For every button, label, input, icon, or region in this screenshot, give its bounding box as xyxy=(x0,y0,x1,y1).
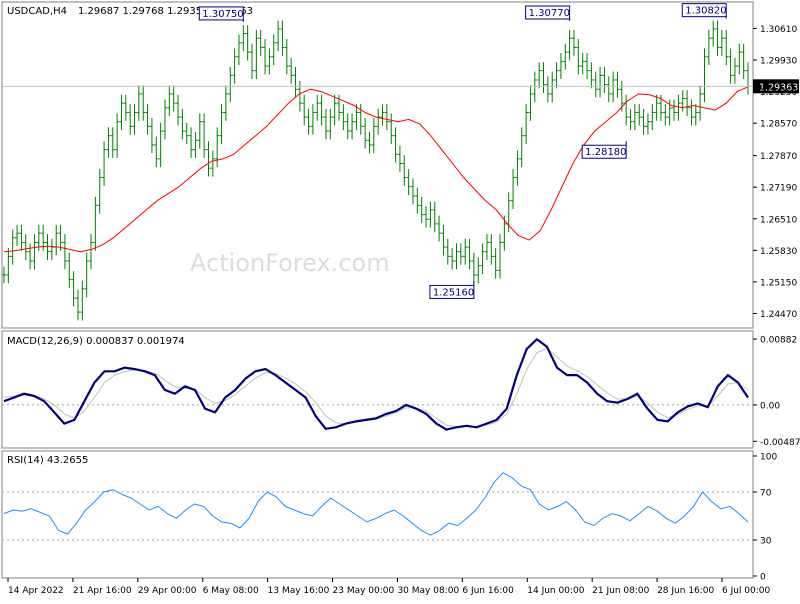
rsi-axis-label: 30 xyxy=(760,537,772,547)
price-axis-label: 1.25150 xyxy=(760,278,797,288)
price-axis-label: 1.29930 xyxy=(760,56,797,66)
chart-root: ActionForex.com USDCAD,H4 1.29687 1.2976… xyxy=(0,0,800,600)
time-axis-label: 6 Jun 16:00 xyxy=(462,586,514,596)
rsi-panel-frame xyxy=(1,450,754,579)
price-annotation: 1.30750 xyxy=(198,6,244,22)
rsi-axis-label: 70 xyxy=(760,489,772,499)
time-axis-label: 6 May 08:00 xyxy=(203,586,259,596)
rsi-axis-label: 0 xyxy=(760,573,766,583)
time-axis-label: 29 Apr 00:00 xyxy=(138,586,197,596)
annotation-label: 1.28180 xyxy=(585,147,626,158)
symbol-header: USDCAD,H4 xyxy=(7,6,67,17)
price-axis-label: 1.25830 xyxy=(760,247,797,257)
time-axis-label: 14 Apr 2022 xyxy=(8,586,64,596)
time-axis-label: 21 Apr 16:00 xyxy=(73,586,132,596)
main-panel-frame xyxy=(1,1,754,329)
annotation-label: 1.30820 xyxy=(685,6,726,17)
price-axis-label: 1.27870 xyxy=(760,152,797,162)
watermark: ActionForex.com xyxy=(190,249,390,277)
time-axis-label: 30 May 08:00 xyxy=(397,586,459,596)
price-axis-label: 1.26510 xyxy=(760,215,797,225)
price-axis-label: 1.29250 xyxy=(760,88,797,98)
rsi-header: RSI(14) 43.2655 xyxy=(7,455,88,466)
macd-panel-frame xyxy=(1,330,754,449)
price-axis-label: 1.30610 xyxy=(760,25,797,35)
chart-svg: ActionForex.com USDCAD,H4 1.29687 1.2976… xyxy=(1,1,800,596)
annotation-label: 1.30770 xyxy=(529,8,570,19)
annotation-label: 1.30750 xyxy=(202,9,243,20)
time-axis-label: 13 May 16:00 xyxy=(268,586,330,596)
annotation-label: 1.25160 xyxy=(433,287,474,298)
rsi-axis-label: 100 xyxy=(760,453,777,463)
price-axis-label: 1.27190 xyxy=(760,184,797,194)
time-axis-label: 28 Jun 16:00 xyxy=(657,586,714,596)
macd-axis-label: -0.004872 xyxy=(760,438,800,448)
price-annotation: 1.30820 xyxy=(681,3,727,19)
time-axis-label: 21 Jun 08:00 xyxy=(592,586,649,596)
price-axis-label: 1.24470 xyxy=(760,310,797,320)
price-annotation: 1.30770 xyxy=(525,5,571,21)
macd-axis-label: 0.00882 xyxy=(760,336,797,346)
macd-header: MACD(12,26,9) 0.000837 0.001974 xyxy=(7,336,185,347)
macd-axis-label: 0.00 xyxy=(760,401,780,411)
time-axis-label: 23 May 00:00 xyxy=(333,586,395,596)
time-axis-label: 14 Jun 00:00 xyxy=(527,586,584,596)
price-axis-label: 1.28570 xyxy=(760,120,797,130)
time-axis-label: 6 Jul 00:00 xyxy=(722,586,771,596)
